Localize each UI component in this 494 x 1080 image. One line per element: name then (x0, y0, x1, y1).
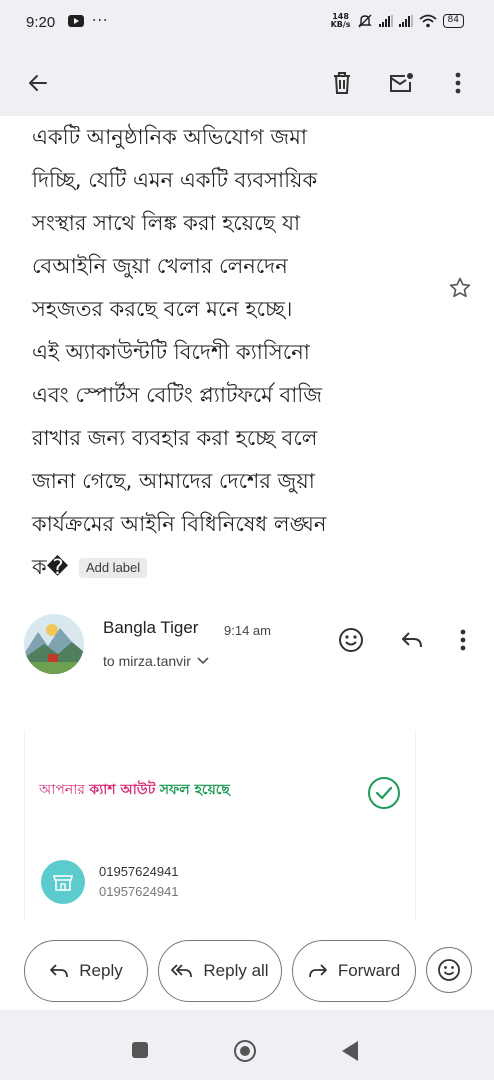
message-snippet: একটি আনুষ্ঠানিক অভিযোগ জমা দিচ্ছি, যেটি … (32, 116, 432, 589)
message-part: ক্যাশ আউট (89, 782, 156, 798)
message-card: আপনার ক্যাশ আউট সফল হয়েছে 01957624941 0… (24, 730, 416, 920)
snippet-line: জানা গেছে, আমাদের দেশের জুয়া (32, 469, 315, 493)
forward-icon (308, 964, 327, 978)
snippet-line: রাখার জন্য ব্যবহার করা হচ্ছে বলে (32, 426, 318, 450)
reply-icon[interactable] (396, 624, 428, 656)
store-icon (41, 860, 85, 904)
reply-label: Reply (79, 961, 123, 980)
message-part: সফল হয়েছে (159, 782, 230, 798)
network-speed-unit: KB/s (330, 20, 351, 29)
replacement-char: � (46, 555, 69, 579)
snippet-line: সহজতর করছে বলে মনে হচ্ছে। (32, 297, 293, 321)
more-dots-icon: ··· (92, 13, 109, 29)
youtube-icon (68, 15, 84, 27)
sent-time: 9:14 am (224, 623, 271, 638)
snippet-last-text: ক (32, 555, 47, 579)
reply-button[interactable]: Reply (24, 940, 148, 1002)
chevron-down-icon (197, 657, 209, 665)
reply-actions: Reply Reply all Forward (0, 936, 494, 1010)
avatar[interactable] (24, 614, 84, 674)
toolbar (0, 50, 494, 116)
snippet-line: দিচ্ছি, যেটি এমন একটি ব্যবসায়িক (32, 168, 318, 192)
forward-label: Forward (337, 961, 401, 980)
star-icon[interactable] (448, 276, 472, 300)
emoji-reaction-button[interactable] (426, 947, 472, 993)
recipient-text: to mirza.tanvir (103, 653, 191, 669)
more-vert-icon[interactable] (440, 65, 476, 101)
emoji-react-icon[interactable] (335, 624, 367, 656)
cashout-message: আপনার ক্যাশ আউট সফল হয়েছে (39, 778, 230, 802)
reply-all-label: Reply all (203, 961, 269, 980)
reply-all-button[interactable]: Reply all (158, 940, 282, 1002)
snippet-line: একটি আনুষ্ঠানিক অভিযোগ জমা (32, 125, 307, 149)
system-nav-bar (0, 1010, 494, 1080)
delete-icon[interactable] (324, 65, 360, 101)
wifi-icon (418, 14, 437, 28)
reply-icon (50, 964, 69, 978)
snippet-last-line: ক� Add label (32, 546, 432, 589)
snippet-line: সংস্থার সাথে লিঙ্ক করা হয়েছে যা (32, 211, 301, 235)
sender-name[interactable]: Bangla Tiger (103, 618, 198, 638)
battery-icon: 84 (442, 14, 464, 28)
reply-all-icon (171, 964, 193, 978)
mute-icon (357, 14, 372, 28)
network-speed: 148 KB/s (331, 13, 351, 29)
status-bar: 9:20 ··· 148 KB/s 84 (0, 0, 494, 50)
snippet-line: এই অ্যাকাউন্টটি বিদেশী ক্যাসিনো (32, 340, 310, 364)
status-time: 9:20 (26, 14, 56, 31)
check-circle-icon (368, 777, 400, 809)
back-arrow-icon[interactable] (20, 65, 56, 101)
account-number-secondary: 01957624941 (99, 884, 179, 899)
signal-icon (378, 15, 393, 27)
account-number: 01957624941 (99, 864, 179, 879)
avatar-landscape-icon (24, 614, 84, 674)
add-label-chip[interactable]: Add label (78, 558, 148, 578)
snippet-line: কার্যক্রমের আইনি বিধিনিষেধ লঙ্ঘন (32, 512, 327, 536)
forward-button[interactable]: Forward (292, 940, 416, 1002)
snippet-line: বেআইনি জুয়া খেলার লেনদেন (32, 254, 288, 278)
message-part: আপনার (39, 782, 85, 798)
recents-icon[interactable] (132, 1042, 148, 1058)
signal-icon (398, 15, 413, 27)
recipient-toggle[interactable]: to mirza.tanvir (103, 653, 209, 669)
more-vert-icon[interactable] (447, 624, 479, 656)
home-icon[interactable] (234, 1040, 256, 1062)
mark-unread-icon[interactable] (383, 65, 419, 101)
nav-back-icon[interactable] (342, 1041, 358, 1061)
message-content: একটি আনুষ্ঠানিক অভিযোগ জমা দিচ্ছি, যেটি … (0, 116, 494, 936)
snippet-line: এবং স্পোর্টস বেটিং প্ল্যাটফর্মে বাজি (32, 383, 323, 407)
emoji-icon (438, 959, 460, 981)
